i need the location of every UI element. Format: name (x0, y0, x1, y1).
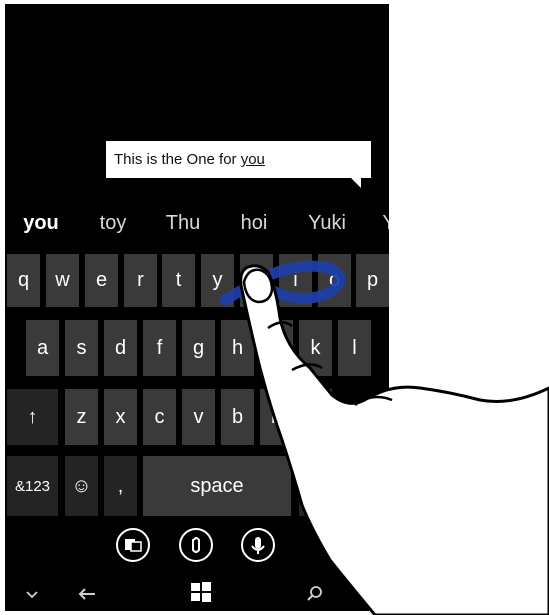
fingernail (242, 268, 274, 304)
gesture-overlay (219, 260, 549, 615)
hand-illustration (239, 264, 549, 615)
